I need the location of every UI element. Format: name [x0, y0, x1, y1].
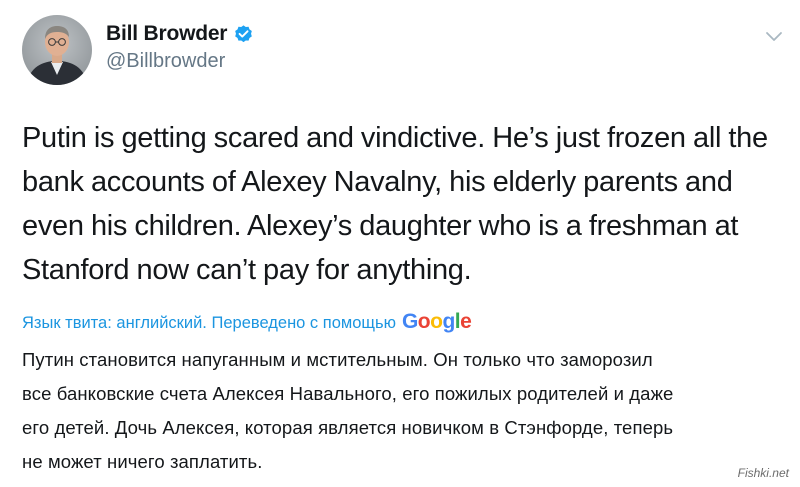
watermark: Fishki.net: [734, 465, 792, 481]
author-name-row: Bill Browder: [106, 22, 254, 46]
avatar-image: [22, 15, 92, 85]
google-logo: Google: [401, 310, 472, 333]
verified-badge-icon: [233, 24, 254, 45]
author-display-name[interactable]: Bill Browder: [106, 22, 227, 46]
avatar[interactable]: [22, 15, 92, 85]
tweet-card: Bill Browder @Billbrowder Putin is getti…: [0, 0, 800, 487]
author-handle[interactable]: @Billbrowder: [106, 50, 225, 73]
chevron-down-icon[interactable]: [765, 30, 783, 42]
tweet-text: Putin is getting scared and vindictive. …: [22, 122, 768, 286]
translation-notice[interactable]: Язык твита: английский. Переведено с пом…: [22, 310, 472, 334]
translated-text: Путин становится напуганным и мстительны…: [22, 349, 674, 472]
translation-notice-text: Язык твита: английский. Переведено с пом…: [22, 314, 396, 332]
